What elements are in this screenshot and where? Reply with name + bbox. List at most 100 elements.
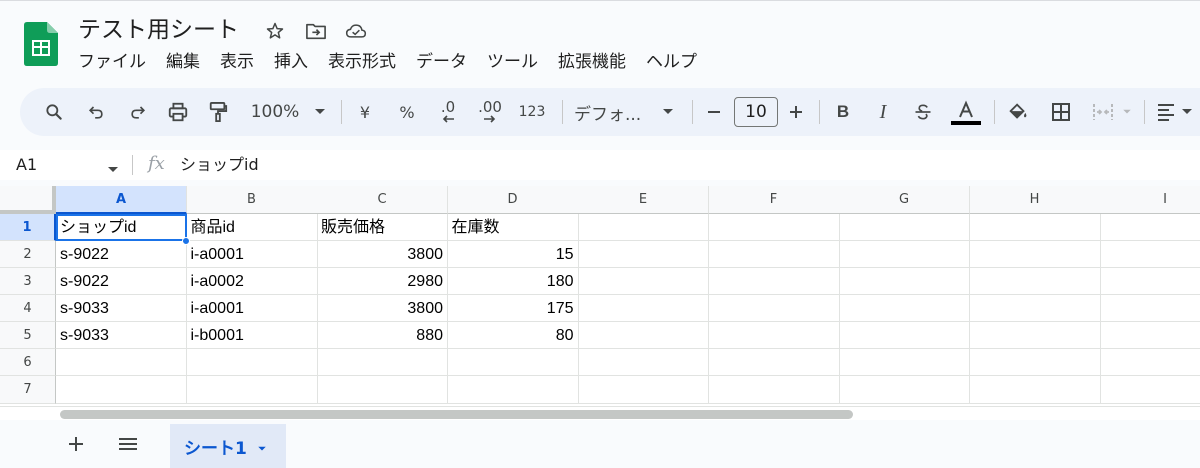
cell-c4[interactable]: 3800	[317, 295, 448, 322]
cell-i5[interactable]	[1100, 322, 1200, 349]
cell-a7[interactable]	[56, 376, 187, 404]
cell-a6[interactable]	[56, 349, 187, 376]
increase-font-size-icon[interactable]	[786, 88, 806, 136]
paint-format-icon[interactable]	[206, 88, 230, 136]
formula-input[interactable]: ショップid	[180, 154, 259, 176]
column-header-g[interactable]: G	[839, 186, 970, 214]
horizontal-scrollbar[interactable]	[0, 406, 1200, 420]
row-header-3[interactable]: 3	[0, 268, 56, 295]
column-header-f[interactable]: F	[708, 186, 840, 214]
cell-d6[interactable]	[447, 349, 579, 376]
cell-d2[interactable]: 15	[447, 241, 579, 268]
borders-icon[interactable]	[1048, 88, 1074, 136]
cell-f4[interactable]	[708, 295, 840, 322]
currency-format-button[interactable]: ¥	[356, 88, 374, 136]
cell-e4[interactable]	[578, 295, 709, 322]
cell-h2[interactable]	[969, 241, 1101, 268]
cell-a1[interactable]: ショップid	[56, 214, 187, 241]
sheet-tab[interactable]: シート1	[170, 424, 286, 468]
more-formats-button[interactable]: 123	[516, 88, 548, 136]
cell-h3[interactable]	[969, 268, 1101, 295]
column-header-a[interactable]: A	[56, 186, 187, 214]
horizontal-align-icon[interactable]	[1154, 88, 1178, 136]
cell-e5[interactable]	[578, 322, 709, 349]
cell-b2[interactable]: i-a0001	[186, 241, 318, 268]
row-header-4[interactable]: 4	[0, 295, 56, 322]
cell-d4[interactable]: 175	[447, 295, 579, 322]
print-icon[interactable]	[166, 88, 190, 136]
cell-i4[interactable]	[1100, 295, 1200, 322]
menu-extensions[interactable]: 拡張機能	[558, 50, 636, 74]
menu-tools[interactable]: ツール	[487, 50, 548, 74]
row-header-2[interactable]: 2	[0, 241, 56, 268]
cell-d1[interactable]: 在庫数	[447, 214, 579, 241]
menu-format[interactable]: 表示形式	[328, 50, 406, 74]
cell-a5[interactable]: s-9033	[56, 322, 187, 349]
decrease-decimal-button[interactable]: .0	[434, 88, 462, 136]
font-dropdown-icon[interactable]	[660, 88, 676, 136]
menu-insert[interactable]: 挿入	[274, 50, 318, 74]
cell-a2[interactable]: s-9022	[56, 241, 187, 268]
sheets-logo-icon[interactable]	[24, 22, 58, 66]
move-folder-icon[interactable]	[305, 20, 327, 42]
column-header-h[interactable]: H	[969, 186, 1101, 214]
column-header-c[interactable]: C	[317, 186, 448, 214]
cell-b7[interactable]	[186, 376, 318, 404]
star-icon[interactable]	[264, 20, 286, 42]
merge-cells-icon[interactable]	[1090, 88, 1116, 136]
menu-file[interactable]: ファイル	[78, 50, 156, 74]
cell-d3[interactable]: 180	[447, 268, 579, 295]
cell-d5[interactable]: 80	[447, 322, 579, 349]
align-dropdown-icon[interactable]	[1180, 88, 1194, 136]
name-box[interactable]: A1	[16, 154, 37, 176]
menu-help[interactable]: ヘルプ	[646, 50, 707, 74]
row-header-5[interactable]: 5	[0, 322, 56, 349]
cell-g1[interactable]	[839, 214, 970, 241]
text-color-button[interactable]	[950, 88, 982, 136]
cell-i3[interactable]	[1100, 268, 1200, 295]
cell-c6[interactable]	[317, 349, 448, 376]
fill-color-icon[interactable]	[1004, 88, 1032, 136]
cell-f3[interactable]	[708, 268, 840, 295]
cell-a3[interactable]: s-9022	[56, 268, 187, 295]
cell-h4[interactable]	[969, 295, 1101, 322]
italic-button[interactable]: I	[872, 88, 894, 136]
cell-d7[interactable]	[447, 376, 579, 404]
cell-b4[interactable]: i-a0001	[186, 295, 318, 322]
scrollbar-thumb[interactable]	[60, 410, 853, 419]
bold-button[interactable]: B	[832, 88, 854, 136]
menu-edit[interactable]: 編集	[166, 50, 210, 74]
cell-f2[interactable]	[708, 241, 840, 268]
cell-c7[interactable]	[317, 376, 448, 404]
all-sheets-menu-icon[interactable]	[110, 426, 146, 462]
column-header-b[interactable]: B	[186, 186, 318, 214]
cell-e3[interactable]	[578, 268, 709, 295]
cell-e7[interactable]	[578, 376, 709, 404]
cell-g4[interactable]	[839, 295, 970, 322]
merge-dropdown-icon[interactable]	[1120, 88, 1134, 136]
cell-g2[interactable]	[839, 241, 970, 268]
font-size-input[interactable]: 10	[734, 97, 778, 127]
strikethrough-icon[interactable]	[910, 88, 936, 136]
cell-c2[interactable]: 3800	[317, 241, 448, 268]
cell-g3[interactable]	[839, 268, 970, 295]
menu-data[interactable]: データ	[416, 50, 477, 74]
row-header-1[interactable]: 1	[0, 214, 56, 241]
cell-i7[interactable]	[1100, 376, 1200, 404]
cell-e6[interactable]	[578, 349, 709, 376]
name-box-dropdown-icon[interactable]	[107, 159, 119, 178]
cell-i2[interactable]	[1100, 241, 1200, 268]
document-title[interactable]: テスト用シート	[78, 14, 239, 46]
search-menus-icon[interactable]	[40, 88, 68, 136]
cell-c3[interactable]: 2980	[317, 268, 448, 295]
menu-view[interactable]: 表示	[220, 50, 264, 74]
cell-b5[interactable]: i-b0001	[186, 322, 318, 349]
cell-e2[interactable]	[578, 241, 709, 268]
column-header-e[interactable]: E	[578, 186, 709, 214]
cell-h1[interactable]	[969, 214, 1101, 241]
cell-h5[interactable]	[969, 322, 1101, 349]
redo-icon[interactable]	[126, 88, 150, 136]
cell-h6[interactable]	[969, 349, 1101, 376]
cell-f7[interactable]	[708, 376, 840, 404]
cloud-saved-icon[interactable]	[345, 20, 367, 42]
